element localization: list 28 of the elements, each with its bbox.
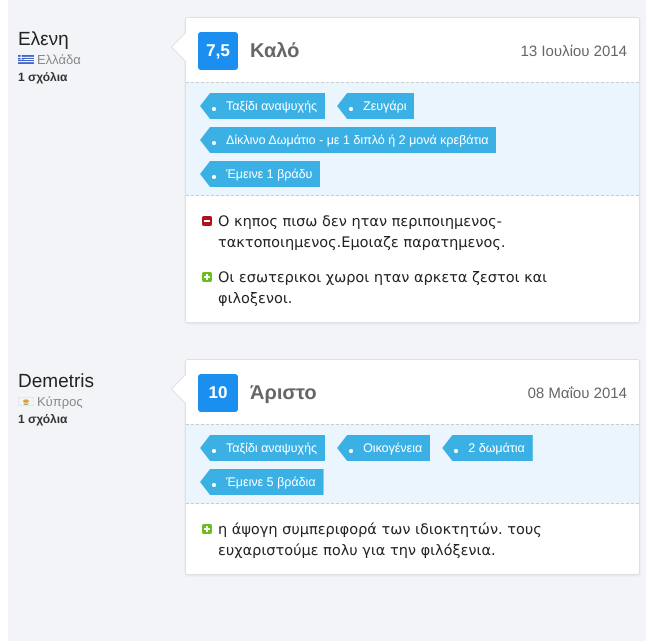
comment-text: η άψογη συμπεριφορά των ιδιοκτητών. τους ευχαριστούμε πολυ για την φιλόξενια. [218, 521, 543, 561]
tag: 2 δωμάτια [442, 435, 533, 461]
review-date: 13 Ιουλίου 2014 [520, 42, 627, 60]
tag: Έμεινε 5 βράδια [200, 469, 324, 495]
country-label: Ελλάδα [37, 52, 81, 67]
score-badge: 7,5 [198, 32, 238, 70]
tag: Ταξίδι αναψυχής [200, 93, 326, 119]
flag-icon [18, 55, 34, 64]
tag: Ταξίδι αναψυχής [200, 435, 326, 461]
rating-label: Άριστο [250, 382, 318, 404]
comment-count: 1 σχόλια [18, 412, 68, 426]
comment-count: 1 σχόλια [18, 70, 68, 84]
tag: Οικογένεια [337, 435, 430, 461]
tag: Δίκλινο Δωμάτιο - με 1 διπλό ή 2 μονά κρεβάτια [200, 127, 496, 153]
plus-icon [202, 524, 212, 534]
rating-label: Καλό [250, 40, 300, 62]
score-badge: 10 [198, 374, 238, 412]
flag-icon [18, 397, 34, 406]
reviewer-name: Ελενη [18, 29, 70, 51]
review-date: 08 Μαΐου 2014 [528, 384, 627, 402]
country-label: Κύπρος [37, 394, 83, 409]
tag: Έμεινε 1 βράδυ [200, 161, 320, 187]
reviewer-name: Demetris [18, 371, 96, 393]
comment-text: Ο κηπος πισω δεν ηταν περιποιημενος-τακτοποιημενος.Εμοιαζε παρατημενος. [218, 213, 506, 253]
minus-icon [202, 216, 212, 226]
tag: Ζευγάρι [337, 93, 414, 119]
comment-text: Οι εσωτερικοι χωροι ηταν αρκετα ζεστοι και φιλοξενοι. [218, 269, 548, 309]
plus-icon [202, 272, 212, 282]
